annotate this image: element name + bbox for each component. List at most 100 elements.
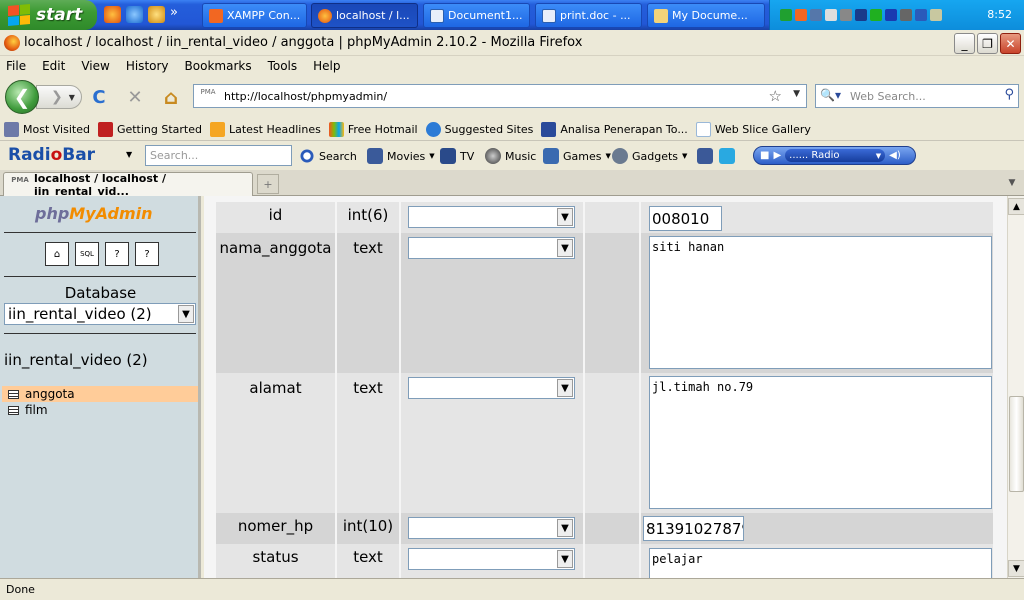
vertical-scrollbar[interactable]: ▲ ▼ [1007,196,1024,578]
taskbar-button-word-print[interactable]: print.doc - ... [535,3,642,28]
value-textarea[interactable]: siti hanan [649,236,992,369]
radiobar-search-input[interactable]: Search... [145,145,292,166]
bookmark-most-visited[interactable]: Most Visited [4,121,90,137]
quicklaunch-overflow[interactable]: » [170,6,180,23]
menu-tools[interactable]: Tools [268,59,298,73]
radio-station-select[interactable]: ...... Radio ▼ [785,149,886,162]
menu-history[interactable]: History [126,59,169,73]
tab-list-dropdown-icon[interactable]: ▼ [1004,175,1020,191]
stop-icon[interactable]: ■ [760,150,769,161]
bookmark-latest-headlines[interactable]: Latest Headlines [210,121,321,137]
play-icon[interactable]: ▶ [773,150,781,161]
bookmark-star-icon[interactable]: ☆ [769,87,782,105]
bookmark-label: Most Visited [23,122,90,136]
volume-icon[interactable]: ◀) [889,150,901,161]
history-dropdown-icon[interactable]: ▼ [69,93,75,102]
documentation-icon[interactable]: ? [105,242,129,266]
new-tab-button[interactable]: + [257,174,279,194]
table-item-film[interactable]: film [2,402,198,418]
facebook-icon[interactable] [697,148,713,164]
restore-button[interactable]: ❐ [977,33,998,54]
value-textarea[interactable]: jl.timah no.79 [649,376,992,509]
bluetooth-icon[interactable] [885,9,897,21]
stop-icon[interactable]: ✕ [125,87,145,108]
value-textarea[interactable]: pelajar [649,548,992,578]
menu-file[interactable]: File [6,59,26,73]
menu-edit[interactable]: Edit [42,59,65,73]
radiobar-movies[interactable]: Movies ▼ [367,148,435,164]
twitter-icon[interactable] [719,148,735,164]
function-select[interactable]: ▼ [408,206,575,228]
radiobar-search-button[interactable]: Search [299,148,357,164]
menu-view[interactable]: View [81,59,109,73]
search-engine-icon[interactable]: 🔍▾ [820,88,841,102]
scrollbar-thumb[interactable] [1009,396,1024,492]
function-select[interactable]: ▼ [408,548,575,570]
taskbar-button-my-documents[interactable]: My Docume... [647,3,765,28]
network-icon[interactable] [810,9,822,21]
home-icon[interactable]: ⌂ [161,85,181,109]
tv-icon [440,148,456,164]
table-icon[interactable] [8,405,19,415]
radiobar-logo[interactable]: RadioBar [8,145,95,165]
function-select[interactable]: ▼ [408,517,575,539]
play-icon[interactable] [870,9,882,21]
tab-phpmyadmin[interactable]: PMA localhost / localhost / iin_rental_v… [3,172,253,198]
bookmark-analisa[interactable]: Analisa Penerapan To... [541,121,688,137]
sql-query-icon[interactable]: SQL [75,242,99,266]
web-search-input[interactable]: 🔍▾ Web Search... ⚲ [815,84,1019,108]
home-icon[interactable]: ⌂ [45,242,69,266]
database-select[interactable]: iin_rental_video (2) ▼ [4,303,196,325]
bookmark-web-slice-gallery[interactable]: Web Slice Gallery [695,121,811,137]
reload-icon[interactable]: C [89,87,109,108]
scroll-down-button[interactable]: ▼ [1008,560,1024,577]
bookmark-free-hotmail[interactable]: Free Hotmail [328,121,418,137]
firefox-quicklaunch-icon[interactable] [104,6,121,23]
function-select[interactable]: ▼ [408,377,575,399]
radiobar-games[interactable]: Games ▼ [543,148,611,164]
bookmark-getting-started[interactable]: Getting Started [97,121,202,137]
tray-icon[interactable] [915,9,927,21]
xampp-icon [209,8,223,23]
radiobar-music[interactable]: Music [485,148,536,164]
url-dropdown-icon[interactable]: ▼ [793,89,800,99]
back-button[interactable]: ❮ [5,80,39,114]
taskbar-button-firefox[interactable]: localhost / l... [311,3,418,28]
radiobar-tv[interactable]: TV [440,148,474,164]
field-name: status [216,544,337,578]
tray-icon[interactable] [855,9,867,21]
phpmyadmin-logo[interactable]: phpMyAdmin [35,204,153,223]
tray-icon[interactable] [930,9,942,21]
radiobar-gadgets[interactable]: Gadgets ▼ [612,148,687,164]
clock-quicklaunch-icon[interactable] [148,6,165,23]
ie-quicklaunch-icon[interactable] [126,6,143,23]
url-bar[interactable]: PMA http://localhost/phpmyadmin/ ☆ ▼ [193,84,807,108]
tray-icon[interactable] [795,9,807,21]
changelog-icon[interactable]: ? [135,242,159,266]
tray-icon[interactable] [840,9,852,21]
tray-icon[interactable] [780,9,792,21]
radiobar-menu-dropdown-icon[interactable]: ▼ [126,150,132,159]
forward-button[interactable]: ❯ ▼ [36,85,82,109]
function-select[interactable]: ▼ [408,237,575,259]
search-go-icon[interactable]: ⚲ [1004,87,1014,102]
games-icon [543,148,559,164]
value-cell: 008010 [641,202,993,233]
database-name-link[interactable]: iin_rental_video (2) [4,351,148,369]
scroll-up-button[interactable]: ▲ [1008,198,1024,215]
value-input[interactable]: 81391027879 [643,516,744,541]
start-button[interactable]: start [0,0,97,30]
close-button[interactable]: ✕ [1000,33,1021,54]
table-icon[interactable] [8,389,19,399]
taskbar-button-word-document1[interactable]: Document1... [423,3,530,28]
value-input[interactable]: 008010 [649,206,722,231]
menu-bookmarks[interactable]: Bookmarks [185,59,252,73]
volume-icon[interactable] [825,9,837,21]
minimize-button[interactable]: _ [954,33,975,54]
bookmark-suggested-sites[interactable]: Suggested Sites [425,121,533,137]
taskbar-button-xampp[interactable]: XAMPP Con... [202,3,307,28]
menu-help[interactable]: Help [313,59,340,73]
table-item-anggota[interactable]: anggota [2,386,198,402]
tray-icon[interactable] [900,9,912,21]
chevron-down-icon: ▼ [557,519,573,537]
